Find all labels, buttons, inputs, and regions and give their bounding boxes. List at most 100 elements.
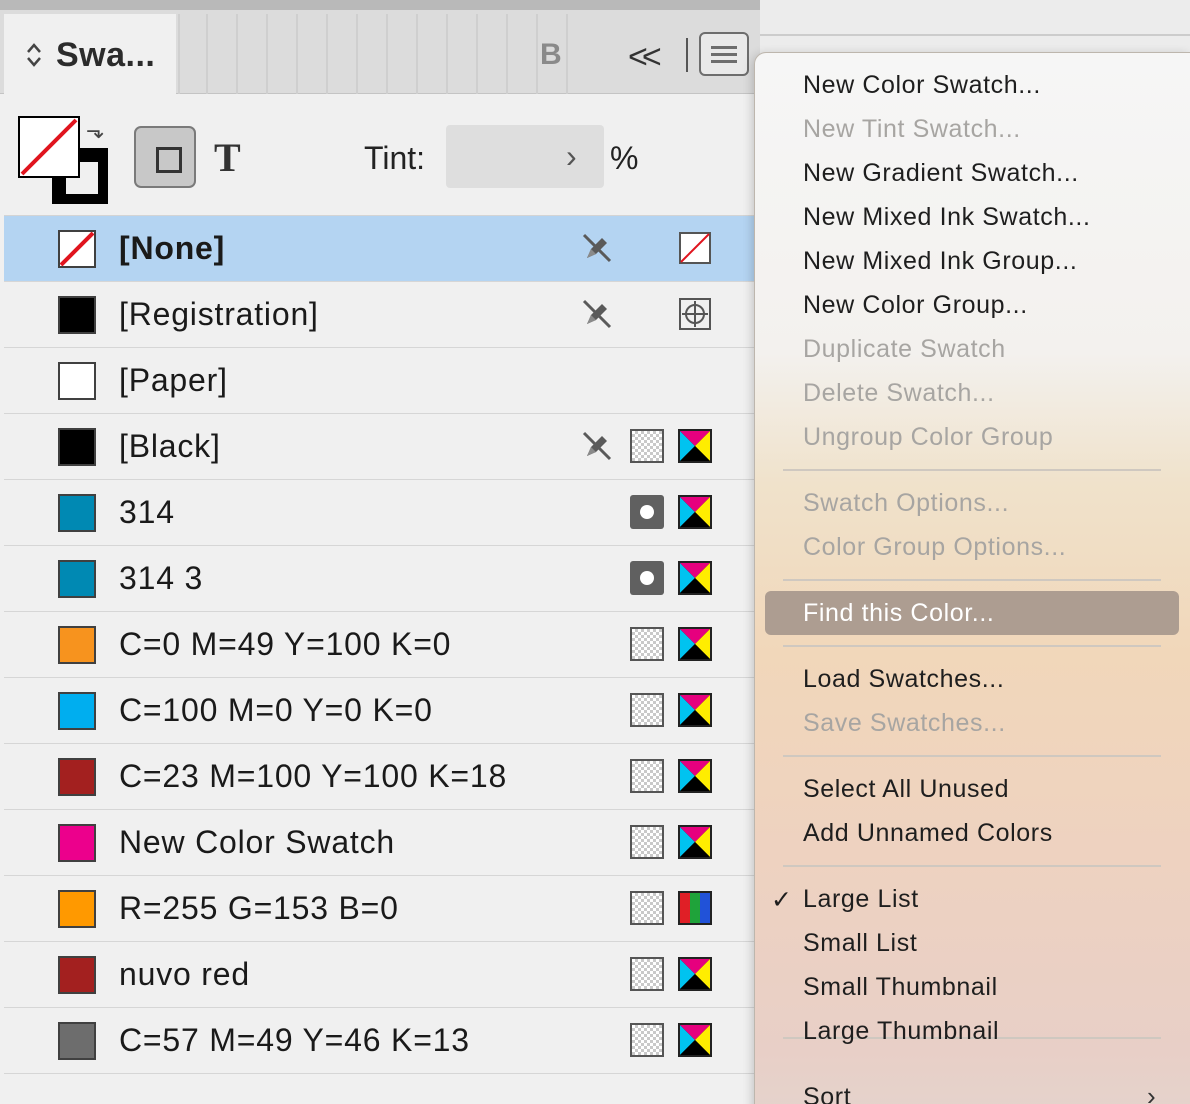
cmyk-mode-icon [678, 759, 712, 793]
swatch-row[interactable]: R=255 G=153 B=0 [4, 876, 760, 942]
cmyk-mode-icon [678, 957, 712, 991]
cmyk-mode-icon [678, 429, 712, 463]
menu-item-new-color-group[interactable]: New Color Group... [803, 291, 1028, 320]
menu-item-new-tint-swatch: New Tint Swatch... [803, 115, 1021, 143]
formatting-affects-container-button[interactable] [134, 126, 196, 188]
swatch-row[interactable]: [Black] [4, 414, 760, 480]
tint-slider-arrow-icon[interactable]: › [566, 138, 577, 175]
swatches-panel: Swa... B << ⬎ T Tint: › % [None] [Registr… [0, 0, 760, 1104]
process-color-icon [630, 891, 664, 925]
swatch-row[interactable]: nuvo red [4, 942, 760, 1008]
none-mode-icon [678, 231, 712, 265]
menu-separator [783, 579, 1161, 581]
swatch-row[interactable]: C=23 M=100 Y=100 K=18 [4, 744, 760, 810]
menu-item-sort[interactable]: Sort [803, 1083, 851, 1104]
tab-divider [536, 14, 538, 94]
swatch-name: C=23 M=100 Y=100 K=18 [119, 758, 508, 794]
swatch-name: R=255 G=153 B=0 [119, 890, 399, 926]
rgb-mode-icon [678, 891, 712, 925]
menu-item-color-group-options: Color Group Options... [803, 533, 1067, 561]
collapse-panel-button[interactable]: << [628, 38, 662, 77]
spot-color-icon [630, 495, 664, 529]
menu-item-save-swatches: Save Swatches... [803, 709, 1006, 737]
cmyk-mode-icon [678, 495, 712, 529]
swatch-color-chip [58, 890, 96, 928]
menu-item-new-mixed-ink-group[interactable]: New Mixed Ink Group... [803, 247, 1077, 276]
formatting-affects-text-button[interactable]: T [214, 134, 241, 181]
process-color-icon [630, 759, 664, 793]
registration-icon [678, 297, 712, 331]
swatch-color-chip [58, 560, 96, 598]
cmyk-mode-icon [678, 1023, 712, 1057]
cmyk-mode-icon [678, 825, 712, 859]
tint-percent-label: % [610, 140, 639, 176]
tab-divider [206, 14, 208, 94]
swatch-color-chip [58, 494, 96, 532]
up-down-arrows-icon [27, 43, 41, 67]
swatch-row[interactable]: C=0 M=49 Y=100 K=0 [4, 612, 760, 678]
menu-item-find-this-color[interactable]: Find this Color... [803, 599, 994, 628]
swatch-name: 314 3 [119, 560, 204, 596]
swatch-list: [None] [Registration] [Paper] [Black] 314 314… [4, 215, 760, 1074]
tab-b[interactable]: B [540, 38, 562, 72]
process-color-icon [630, 627, 664, 661]
swatch-color-chip [58, 626, 96, 664]
swatch-name: [None] [119, 230, 226, 266]
swatch-color-chip [58, 428, 96, 466]
menu-item-small-list[interactable]: Small List [803, 929, 917, 958]
menu-item-new-mixed-ink-swatch[interactable]: New Mixed Ink Swatch... [803, 203, 1091, 232]
tab-divider [446, 14, 448, 94]
swatch-name: nuvo red [119, 956, 250, 992]
tint-input[interactable] [446, 125, 604, 188]
swatch-row[interactable]: New Color Swatch [4, 810, 760, 876]
cmyk-mode-icon [678, 693, 712, 727]
swatch-name: C=0 M=49 Y=100 K=0 [119, 626, 452, 662]
menu-item-new-color-swatch[interactable]: New Color Swatch... [803, 71, 1041, 100]
panel-menu-button[interactable] [699, 32, 749, 76]
swatch-color-chip [58, 230, 96, 268]
menu-item-small-thumbnail[interactable]: Small Thumbnail [803, 973, 998, 1002]
tab-divider [178, 14, 180, 94]
menu-item-add-unnamed-colors[interactable]: Add Unnamed Colors [803, 819, 1053, 848]
process-color-icon [630, 957, 664, 991]
menu-item-large-list[interactable]: Large List [803, 885, 919, 914]
process-color-icon [630, 1023, 664, 1057]
cmyk-mode-icon [678, 561, 712, 595]
menu-line [711, 46, 737, 49]
menu-item-large-thumbnail[interactable]: Large Thumbnail [803, 1017, 999, 1046]
menu-item-ungroup-color-group: Ungroup Color Group [803, 423, 1054, 451]
tab-divider [506, 14, 508, 94]
swatch-color-chip [58, 824, 96, 862]
swatch-row[interactable]: [Registration] [4, 282, 760, 348]
tab-divider [236, 14, 238, 94]
menu-item-select-all-unused[interactable]: Select All Unused [803, 775, 1009, 804]
panel-top-edge [0, 0, 760, 10]
swatch-name: [Black] [119, 428, 221, 464]
tab-bar-separator [686, 38, 688, 72]
spot-color-icon [630, 561, 664, 595]
checkmark-icon: ✓ [771, 886, 792, 914]
swatch-row[interactable]: C=57 M=49 Y=46 K=13 [4, 1008, 760, 1074]
process-color-icon [630, 825, 664, 859]
swatch-row[interactable]: [Paper] [4, 348, 760, 414]
tab-divider [416, 14, 418, 94]
menu-separator [783, 469, 1161, 471]
swatch-name: C=100 M=0 Y=0 K=0 [119, 692, 433, 728]
swap-fill-stroke-icon[interactable]: ⬎ [86, 118, 104, 144]
menu-item-new-gradient-swatch[interactable]: New Gradient Swatch... [803, 159, 1079, 188]
swatch-color-chip [58, 296, 96, 334]
swatch-name: New Color Swatch [119, 824, 396, 860]
swatch-row[interactable]: [None] [4, 216, 760, 282]
swatch-row[interactable]: 314 3 [4, 546, 760, 612]
tab-divider [266, 14, 268, 94]
tab-swatches[interactable]: Swa... [4, 14, 176, 96]
swatch-row[interactable]: C=100 M=0 Y=0 K=0 [4, 678, 760, 744]
menu-item-load-swatches[interactable]: Load Swatches... [803, 665, 1004, 694]
menu-line [711, 53, 737, 56]
menu-separator [783, 865, 1161, 867]
swatch-name: 314 [119, 494, 175, 530]
tab-divider [386, 14, 388, 94]
swatches-panel-menu: New Color Swatch... New Tint Swatch... New… [754, 52, 1190, 1104]
swatch-row[interactable]: 314 [4, 480, 760, 546]
fill-none-icon[interactable] [18, 116, 80, 178]
